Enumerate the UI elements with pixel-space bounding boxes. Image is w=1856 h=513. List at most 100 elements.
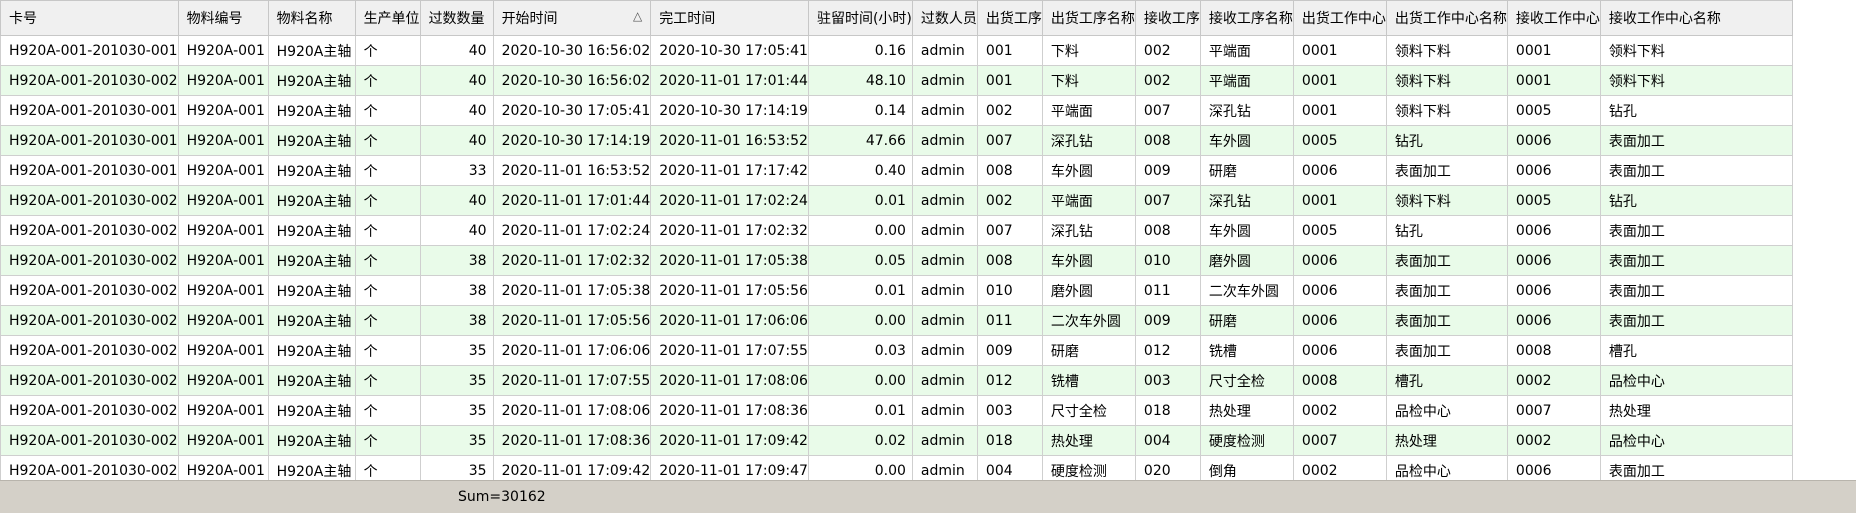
cell-out_wc_name[interactable]: 表面加工 xyxy=(1385,275,1508,306)
cell-material_name[interactable]: H920A主轴 xyxy=(267,185,356,216)
cell-out_wc[interactable]: 0006 xyxy=(1292,335,1387,366)
cell-in_wc_name[interactable]: 钻孔 xyxy=(1599,185,1793,216)
cell-qty[interactable]: 40 xyxy=(419,35,494,66)
cell-out_proc_name[interactable]: 平端面 xyxy=(1041,95,1136,126)
cell-operator[interactable]: admin xyxy=(911,335,978,366)
cell-in_wc[interactable]: 0006 xyxy=(1506,275,1601,306)
cell-in_wc[interactable]: 0006 xyxy=(1506,245,1601,276)
cell-out_proc[interactable]: 009 xyxy=(976,335,1043,366)
cell-in_proc[interactable]: 002 xyxy=(1134,35,1201,66)
cell-out_wc_name[interactable]: 领料下料 xyxy=(1385,95,1508,126)
cell-qty[interactable]: 40 xyxy=(419,125,494,156)
cell-out_proc[interactable]: 007 xyxy=(976,215,1043,246)
cell-in_wc_name[interactable]: 领料下料 xyxy=(1599,35,1793,66)
cell-in_wc_name[interactable]: 槽孔 xyxy=(1599,335,1793,366)
column-header-unit[interactable]: 生产单位 xyxy=(354,0,421,36)
cell-start[interactable]: 2020-11-01 17:07:55 xyxy=(492,365,652,396)
cell-start[interactable]: 2020-10-30 17:14:19 xyxy=(492,125,652,156)
cell-end[interactable]: 2020-11-01 17:05:56 xyxy=(650,275,809,306)
cell-in_wc[interactable]: 0006 xyxy=(1506,305,1601,336)
cell-qty[interactable]: 40 xyxy=(419,95,494,126)
cell-in_wc_name[interactable]: 表面加工 xyxy=(1599,215,1793,246)
table-row[interactable]: H920A-001-201030-002 H920A-001 H920A主轴个 38 2… xyxy=(0,305,1793,336)
cell-in_wc[interactable]: 0008 xyxy=(1506,335,1601,366)
cell-out_wc[interactable]: 0008 xyxy=(1292,365,1387,396)
cell-unit[interactable]: 个 xyxy=(354,125,421,156)
cell-start[interactable]: 2020-10-30 16:56:02 xyxy=(492,35,652,66)
cell-start[interactable]: 2020-11-01 17:08:36 xyxy=(492,425,652,456)
cell-out_wc_name[interactable]: 钻孔 xyxy=(1385,215,1508,246)
cell-unit[interactable]: 个 xyxy=(354,365,421,396)
cell-out_wc_name[interactable]: 槽孔 xyxy=(1385,365,1508,396)
cell-out_proc_name[interactable]: 热处理 xyxy=(1041,425,1136,456)
cell-start[interactable]: 2020-11-01 17:06:06 xyxy=(492,335,652,366)
cell-out_proc[interactable]: 001 xyxy=(976,35,1043,66)
cell-material_code[interactable]: H920A-001 xyxy=(177,185,269,216)
cell-out_proc[interactable]: 008 xyxy=(976,245,1043,276)
cell-in_proc[interactable]: 007 xyxy=(1134,95,1201,126)
cell-operator[interactable]: admin xyxy=(911,245,978,276)
cell-out_wc_name[interactable]: 表面加工 xyxy=(1385,305,1508,336)
cell-in_wc_name[interactable]: 品检中心 xyxy=(1599,365,1793,396)
cell-out_proc[interactable]: 002 xyxy=(976,185,1043,216)
cell-in_proc[interactable]: 003 xyxy=(1134,365,1201,396)
column-header-out_wc[interactable]: 出货工作中心 xyxy=(1292,0,1387,36)
cell-card[interactable]: H920A-001-201030-002 xyxy=(0,245,179,276)
cell-in_proc_name[interactable]: 尺寸全检 xyxy=(1199,365,1294,396)
cell-card[interactable]: H920A-001-201030-001 xyxy=(0,125,179,156)
column-header-end[interactable]: 完工时间 xyxy=(650,0,809,36)
cell-end[interactable]: 2020-11-01 17:02:24 xyxy=(650,185,809,216)
cell-material_name[interactable]: H920A主轴 xyxy=(267,65,356,96)
cell-unit[interactable]: 个 xyxy=(354,35,421,66)
cell-start[interactable]: 2020-10-30 16:56:02 xyxy=(492,65,652,96)
cell-stay[interactable]: 0.40 xyxy=(807,155,913,186)
cell-out_proc_name[interactable]: 深孔钻 xyxy=(1041,125,1136,156)
column-header-in_proc_name[interactable]: 接收工序名称 xyxy=(1199,0,1294,36)
cell-unit[interactable]: 个 xyxy=(354,395,421,426)
cell-in_wc_name[interactable]: 表面加工 xyxy=(1599,245,1793,276)
column-header-stay[interactable]: 驻留时间(小时) xyxy=(807,0,913,36)
cell-in_proc[interactable]: 009 xyxy=(1134,155,1201,186)
cell-operator[interactable]: admin xyxy=(911,125,978,156)
cell-card[interactable]: H920A-001-201030-002 xyxy=(0,215,179,246)
cell-in_wc_name[interactable]: 表面加工 xyxy=(1599,155,1793,186)
cell-card[interactable]: H920A-001-201030-001 xyxy=(0,35,179,66)
cell-in_wc_name[interactable]: 领料下料 xyxy=(1599,65,1793,96)
cell-unit[interactable]: 个 xyxy=(354,275,421,306)
table-row[interactable]: H920A-001-201030-002 H920A-001 H920A主轴个 35 2… xyxy=(0,425,1793,456)
cell-out_proc[interactable]: 003 xyxy=(976,395,1043,426)
cell-end[interactable]: 2020-11-01 17:17:42 xyxy=(650,155,809,186)
cell-out_wc[interactable]: 0001 xyxy=(1292,65,1387,96)
cell-start[interactable]: 2020-11-01 17:02:32 xyxy=(492,245,652,276)
cell-material_name[interactable]: H920A主轴 xyxy=(267,365,356,396)
cell-card[interactable]: H920A-001-201030-001 xyxy=(0,155,179,186)
cell-in_proc_name[interactable]: 热处理 xyxy=(1199,395,1294,426)
cell-out_proc[interactable]: 012 xyxy=(976,365,1043,396)
cell-out_wc[interactable]: 0006 xyxy=(1292,245,1387,276)
cell-out_proc_name[interactable]: 车外圆 xyxy=(1041,245,1136,276)
cell-in_proc[interactable]: 011 xyxy=(1134,275,1201,306)
cell-out_wc[interactable]: 0007 xyxy=(1292,425,1387,456)
cell-material_code[interactable]: H920A-001 xyxy=(177,335,269,366)
cell-stay[interactable]: 0.00 xyxy=(807,305,913,336)
cell-end[interactable]: 2020-11-01 16:53:52 xyxy=(650,125,809,156)
cell-in_proc_name[interactable]: 磨外圆 xyxy=(1199,245,1294,276)
cell-card[interactable]: H920A-001-201030-002 xyxy=(0,65,179,96)
cell-out_wc[interactable]: 0005 xyxy=(1292,125,1387,156)
cell-end[interactable]: 2020-11-01 17:02:32 xyxy=(650,215,809,246)
cell-qty[interactable]: 40 xyxy=(419,65,494,96)
cell-out_proc_name[interactable]: 研磨 xyxy=(1041,335,1136,366)
cell-in_proc_name[interactable]: 深孔钻 xyxy=(1199,185,1294,216)
table-row[interactable]: H920A-001-201030-002 H920A-001 H920A主轴个 40 2… xyxy=(0,185,1793,216)
cell-material_name[interactable]: H920A主轴 xyxy=(267,95,356,126)
cell-out_wc[interactable]: 0001 xyxy=(1292,95,1387,126)
cell-in_wc[interactable]: 0006 xyxy=(1506,215,1601,246)
cell-out_wc_name[interactable]: 领料下料 xyxy=(1385,185,1508,216)
cell-start[interactable]: 2020-10-30 17:05:41 xyxy=(492,95,652,126)
cell-in_wc[interactable]: 0002 xyxy=(1506,365,1601,396)
cell-qty[interactable]: 35 xyxy=(419,395,494,426)
cell-out_wc[interactable]: 0005 xyxy=(1292,215,1387,246)
table-row[interactable]: H920A-001-201030-002 H920A-001 H920A主轴个 35 2… xyxy=(0,395,1793,426)
cell-material_code[interactable]: H920A-001 xyxy=(177,395,269,426)
cell-in_wc[interactable]: 0006 xyxy=(1506,125,1601,156)
